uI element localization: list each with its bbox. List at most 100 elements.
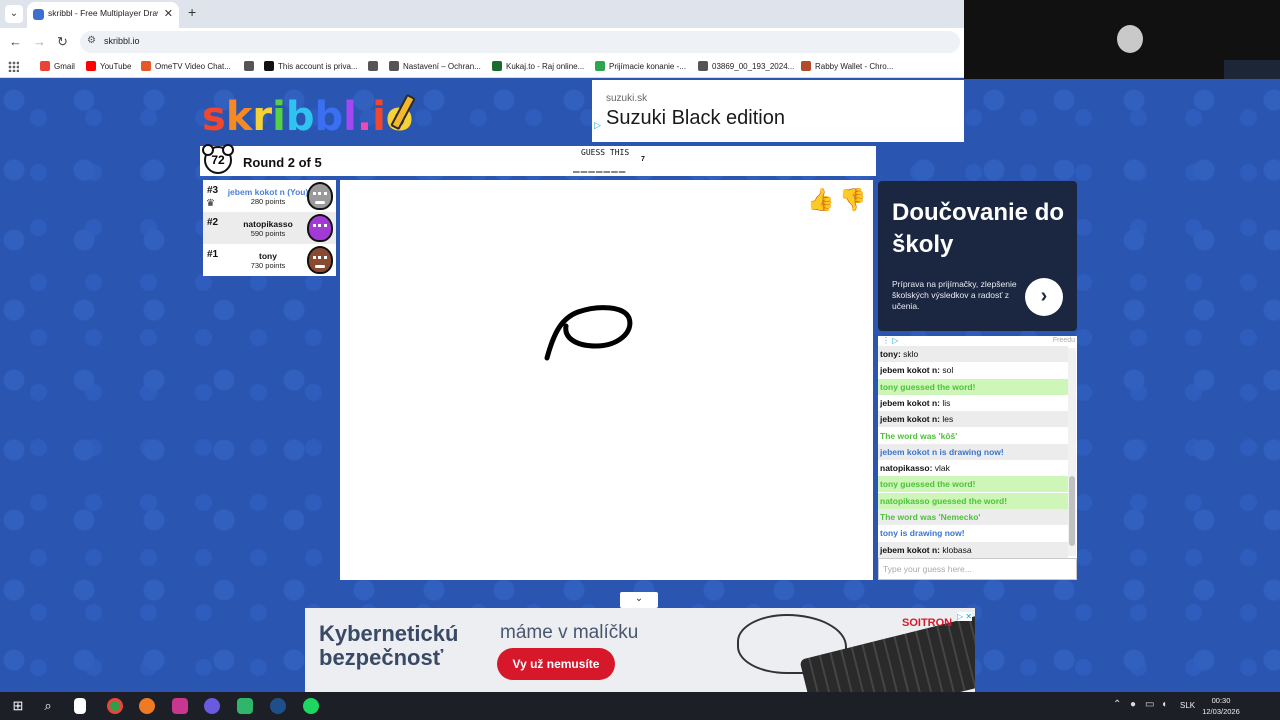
browser-tab[interactable]: skribbl - Free Multiplayer Drawi ✕	[27, 2, 179, 28]
bookmark-item[interactable]: Kukaj.to - Raj online...	[492, 61, 584, 71]
chat-author: natopikasso:	[880, 463, 935, 474]
thumbs-up-icon[interactable]: 👍	[807, 186, 835, 214]
bookmark-item[interactable]: Prijímacie konanie -...	[595, 61, 686, 71]
bookmark-favicon-icon	[244, 61, 254, 71]
side-ad-headline: Doučovanie do školy	[892, 199, 1065, 258]
timer-value: 72	[211, 153, 225, 167]
new-tab-button[interactable]: +	[188, 4, 196, 20]
chat-text: tony guessed the word!	[880, 479, 976, 490]
bookmark-item[interactable]: Gmail	[40, 61, 75, 71]
back-icon[interactable]: ←	[9, 34, 22, 49]
bookmark-item[interactable]: Rabby Wallet - Chro...	[801, 61, 893, 71]
side-ad-banner[interactable]: Doučovanie do školy Príprava na prijímač…	[878, 181, 1077, 331]
bottom-ad-cta-button[interactable]: Vy už nemusíte	[497, 648, 615, 680]
site-info-icon[interactable]: ⚙	[87, 35, 96, 46]
chat-message: jebem kokot n: sol	[878, 362, 1068, 378]
bookmark-favicon-icon	[389, 61, 399, 71]
tab-close-icon[interactable]: ✕	[164, 7, 173, 20]
search-icon[interactable]: ⌕	[40, 698, 56, 714]
bookmark-item[interactable]: Nastavení – Ochran...	[389, 61, 481, 71]
app-icon[interactable]	[204, 698, 220, 714]
taskbar-date: 12/03/2026	[1202, 707, 1240, 716]
bookmark-favicon-icon	[492, 61, 502, 71]
bookmark-label: Gmail	[54, 61, 75, 71]
crown-icon: ♛	[206, 198, 215, 209]
side-ad-body: Príprava na prijímačky, zlepšenie školsk…	[892, 279, 1017, 311]
chat-message: The word was 'kôš'	[878, 428, 1068, 444]
chat-author: jebem kokot n:	[880, 544, 943, 555]
player-name: jebem kokot n (You)	[227, 187, 309, 197]
microphone-icon[interactable]: ●	[1130, 699, 1136, 710]
chat-log[interactable]: tony: sklo jebem kokot n: sol tony guessed…	[878, 346, 1077, 558]
bookmark-item[interactable]: This account is priva...	[264, 61, 358, 71]
spotify-icon[interactable]	[303, 698, 319, 714]
bookmark-favicon-icon	[86, 61, 96, 71]
windows-start-icon[interactable]: ⊞	[10, 698, 26, 714]
chat-author: jebem kokot n:	[880, 365, 943, 376]
ad-attribution: Freedu	[1052, 337, 1075, 344]
word-hint: _______	[573, 160, 627, 173]
lamp	[1117, 25, 1143, 53]
file-icon[interactable]	[74, 698, 86, 714]
guess-input[interactable]	[878, 558, 1077, 580]
thumbs-down-icon[interactable]: 👎	[839, 186, 867, 214]
chat-message: tony is drawing now!	[878, 525, 1068, 541]
drawing-canvas[interactable]: 👍 👎	[340, 180, 873, 580]
player-points: 730 points	[250, 261, 286, 270]
tray-chevron-icon[interactable]: ⌃	[1113, 699, 1121, 710]
chat-author: jebem kokot n:	[880, 414, 943, 425]
chat-text: natopikasso guessed the word!	[880, 495, 1008, 506]
player-points: 280 points	[250, 197, 286, 206]
top-ad-banner[interactable]: ▷ suzuki.sk Suzuki Black edition	[592, 80, 964, 142]
chat-author: jebem kokot n:	[880, 397, 943, 408]
chat-text: tony guessed the word!	[880, 381, 976, 392]
player-row[interactable]: #2 natopikasso 590 points	[203, 212, 336, 244]
bookmark-item[interactable]: 03869_00_193_2024...	[698, 61, 794, 71]
chat-message: jebem kokot n: les	[878, 411, 1068, 428]
chat-text: sklo	[903, 349, 919, 359]
chat-message: jebem kokot n is drawing now!	[878, 443, 1068, 460]
forward-icon[interactable]: →	[33, 34, 46, 49]
bookmark-label: Prijímacie konanie -...	[609, 61, 686, 71]
bookmark-favicon-icon	[141, 61, 151, 71]
chat-scrollbar[interactable]	[1068, 348, 1076, 556]
instagram-icon[interactable]	[172, 698, 188, 714]
collapse-ad-button[interactable]: ⌄	[620, 592, 658, 608]
url-text: skribbl.io	[104, 36, 140, 46]
player-row[interactable]: #3 ♛ jebem kokot n (You) 280 points	[203, 180, 336, 212]
player-list: #3 ♛ jebem kokot n (You) 280 points #2 n…	[203, 180, 336, 276]
taskbar-clock[interactable]: 00:30 12/03/2026	[1200, 695, 1242, 717]
round-indicator: Round 2 of 5	[243, 155, 322, 170]
bookmark-favicon-icon	[368, 61, 378, 71]
language-indicator[interactable]: SLK	[1180, 701, 1195, 710]
tab-search-button[interactable]: ⌄	[5, 5, 23, 23]
chat-text: The word was 'kôš'	[880, 430, 958, 441]
chat-text: tony is drawing now!	[880, 528, 965, 539]
network-icon[interactable]: ▭	[1145, 699, 1154, 710]
bookmark-favicon-icon	[698, 61, 708, 71]
steam-icon[interactable]	[270, 698, 286, 714]
bookmark-item[interactable]	[244, 61, 258, 71]
firefox-icon[interactable]	[139, 698, 155, 714]
chat-message: jebem kokot n: klobasa	[878, 541, 1068, 558]
app-icon[interactable]	[237, 698, 253, 714]
volume-icon[interactable]: ◖	[1161, 699, 1167, 710]
player-points: 590 points	[250, 229, 286, 238]
chat-text: vlak	[934, 463, 950, 474]
adchoices-icon[interactable]: ⋮ ▷	[882, 336, 898, 345]
bookmark-item[interactable]: YouTube	[86, 61, 131, 71]
bottom-ad-banner[interactable]: Kybernetickú bezpečnosť máme v malíčku V…	[305, 608, 975, 692]
omnibox[interactable]: ⚙ skribbl.io	[80, 31, 960, 53]
chrome-icon[interactable]	[107, 698, 123, 714]
game-header: 72 Round 2 of 5 GUESS THIS _______ 7	[200, 144, 876, 176]
bookmark-item[interactable]	[368, 61, 382, 71]
bookmark-label: This account is priva...	[278, 61, 358, 71]
chevron-right-icon[interactable]: ›	[1025, 278, 1063, 316]
apps-grid-icon[interactable]	[8, 61, 19, 72]
reload-icon[interactable]: ↻	[57, 34, 68, 50]
adchoices-icon[interactable]: ▷	[594, 120, 601, 131]
adchoices-icon[interactable]: ▷ ✕	[957, 612, 973, 621]
bookmark-label: Rabby Wallet - Chro...	[815, 61, 894, 71]
bookmark-item[interactable]: OmeTV Video Chat...	[141, 61, 231, 71]
player-row[interactable]: #1 tony 730 points	[203, 244, 336, 276]
